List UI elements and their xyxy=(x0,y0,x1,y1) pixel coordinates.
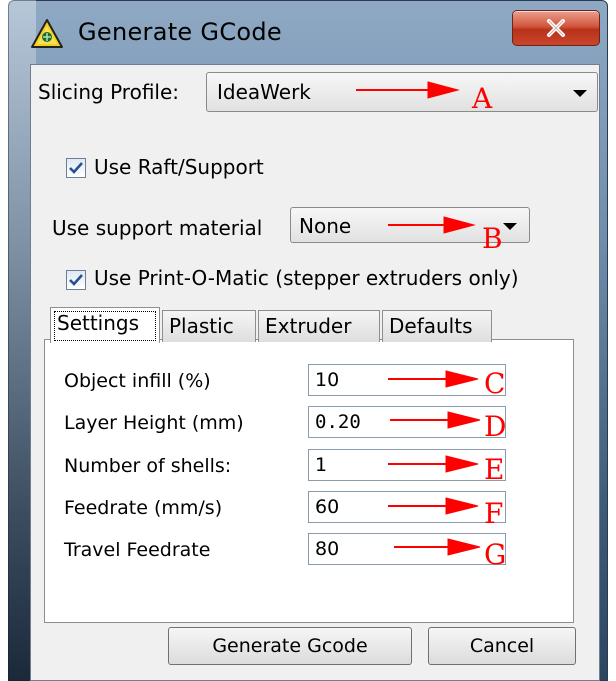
annotation-label-c: C xyxy=(484,367,506,400)
arrow-d xyxy=(390,411,481,429)
arrow-e xyxy=(388,455,479,473)
arrow-b xyxy=(388,216,476,234)
annotation-label-g: G xyxy=(484,538,507,571)
arrow-f xyxy=(388,497,479,515)
annotation-arrows xyxy=(356,81,481,556)
annotation-label-e: E xyxy=(484,453,505,486)
annotation-label-a: A xyxy=(472,82,493,115)
arrow-a xyxy=(356,81,460,99)
annotation-label-b: B xyxy=(482,222,503,255)
annotation-label-f: F xyxy=(484,497,504,530)
arrow-c xyxy=(388,370,479,388)
arrow-g xyxy=(394,538,481,556)
annotation-label-d: D xyxy=(484,410,507,443)
